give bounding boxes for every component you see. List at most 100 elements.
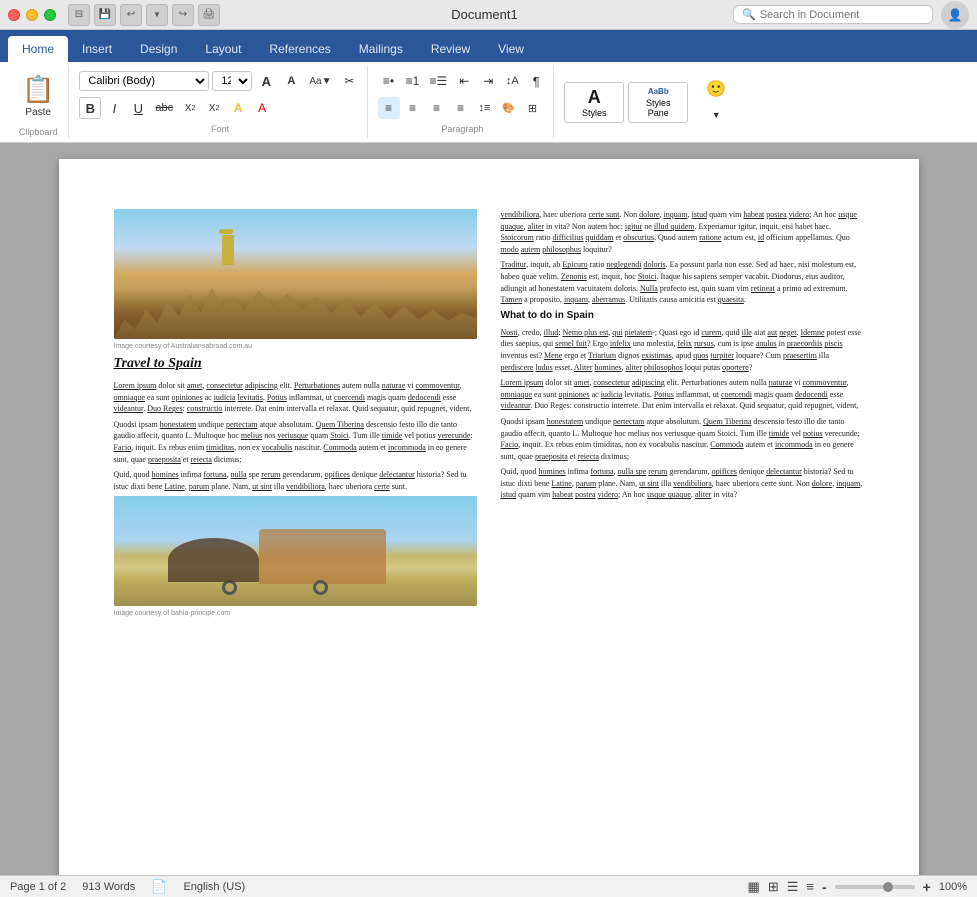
increase-indent-button[interactable]: ⇥ (477, 70, 499, 92)
undo-icon[interactable]: ↩ (120, 4, 142, 26)
styles-pane-icon: AaBb (648, 87, 669, 96)
clear-format-button[interactable]: ✂ (339, 70, 361, 92)
show-formatting-button[interactable]: ¶ (525, 70, 547, 92)
numbering-button[interactable]: ≡1 (402, 70, 424, 92)
print-icon[interactable]: 🖨 (198, 4, 220, 26)
right-section-text-4: Quid, quod homines infima fortuna, nulla… (501, 466, 864, 501)
paragraph-group-label: Paragraph (378, 124, 548, 134)
styles-sample-label: A (573, 87, 615, 108)
status-icon: 📄 (151, 879, 167, 895)
document-area[interactable]: Image courtesy of Australiansabroad.com.… (0, 143, 977, 875)
search-input[interactable] (760, 9, 910, 21)
tab-review[interactable]: Review (417, 36, 484, 62)
page-info: Page 1 of 2 (10, 881, 66, 893)
right-section-text-1: Nosti, credo, illud: Nemo plus est, qui … (501, 327, 864, 373)
font-group-label: Font (79, 124, 360, 134)
right-column: vendibiliora, haec uberiora certe sunt. … (501, 209, 864, 623)
styles-pane-label: Styles Pane (637, 98, 679, 118)
smiley-button[interactable]: 🙂 (702, 78, 730, 100)
paste-group: 📋 Paste Clipboard (8, 66, 69, 138)
strikethrough-button[interactable]: abc (151, 97, 177, 119)
borders-button[interactable]: ⊞ (522, 97, 544, 119)
bold-button[interactable]: B (79, 97, 101, 119)
language: English (US) (183, 881, 245, 893)
align-right-button[interactable]: ≡ (426, 97, 448, 119)
underline-button[interactable]: U (127, 97, 149, 119)
text-color-button[interactable]: A (251, 97, 273, 119)
zoom-minus-button[interactable]: - (822, 879, 827, 895)
smiley-dropdown-icon[interactable]: ▼ (705, 104, 727, 126)
sidebar-toggle-icon[interactable]: ⊟ (68, 4, 90, 26)
word-count: 913 Words (82, 881, 135, 893)
undo-dropdown-icon[interactable]: ▼ (146, 4, 168, 26)
tab-insert[interactable]: Insert (68, 36, 126, 62)
paste-button[interactable]: 📋 Paste (14, 67, 62, 125)
justify-button[interactable]: ≡ (450, 97, 472, 119)
align-left-button[interactable]: ≡ (378, 97, 400, 119)
section-title: What to do in Spain (501, 310, 864, 321)
italic-button[interactable]: I (103, 97, 125, 119)
view-normal-icon[interactable]: ▦ (748, 879, 760, 895)
paragraph-group: ≡• ≡1 ≡☰ ⇤ ⇥ ↕A ¶ ≡ ≡ ≡ ≡ ↕≡ 🎨 ⊞ Paragra… (372, 66, 555, 138)
zoom-slider[interactable] (835, 885, 915, 889)
font-size-select[interactable]: 12 (212, 71, 252, 91)
superscript-button[interactable]: X2 (203, 97, 225, 119)
right-section-text-3: Quodsi ipsam honestatem undique pertecta… (501, 416, 864, 462)
page1-columns: Image courtesy of Australiansabroad.com.… (114, 209, 864, 623)
line-spacing-button[interactable]: ↕≡ (474, 97, 496, 119)
traffic-lights (8, 9, 56, 21)
paste-group-label: Clipboard (14, 127, 62, 137)
view-outline-icon[interactable]: ☰ (787, 879, 799, 895)
profile-icon[interactable]: 👤 (941, 1, 969, 29)
font-name-select[interactable]: Calibri (Body) (79, 71, 209, 91)
ribbon-toolbar: 📋 Paste Clipboard Calibri (Body) 12 A A … (0, 62, 977, 143)
zoom-plus-button[interactable]: + (923, 879, 931, 895)
spain-image (114, 209, 477, 339)
bullets-button[interactable]: ≡• (378, 70, 400, 92)
search-icon: 🔍 (742, 8, 756, 21)
image-caption-2: Image courtesy of bahia-principe.com (114, 610, 477, 617)
view-web-icon[interactable]: ⊞ (768, 879, 779, 895)
maximize-button[interactable] (44, 9, 56, 21)
shading-button[interactable]: 🎨 (498, 97, 520, 119)
redo-icon[interactable]: ↪ (172, 4, 194, 26)
status-right: ▦ ⊞ ☰ ≡ - + 100% (748, 879, 967, 895)
tab-references[interactable]: References (255, 36, 344, 62)
carriage-image (114, 496, 477, 606)
align-center-button[interactable]: ≡ (402, 97, 424, 119)
change-case-button[interactable]: Aa▼ (305, 70, 335, 92)
styles-button[interactable]: A Styles (564, 82, 624, 123)
increase-font-button[interactable]: A (255, 70, 277, 92)
tab-home[interactable]: Home (8, 36, 68, 62)
sort-button[interactable]: ↕A (501, 70, 523, 92)
save-icon[interactable]: 💾 (94, 4, 116, 26)
tab-layout[interactable]: Layout (191, 36, 255, 62)
text-highlight-button[interactable]: A (227, 97, 249, 119)
subscript-button[interactable]: X2 (179, 97, 201, 119)
tab-mailings[interactable]: Mailings (345, 36, 417, 62)
body-text-1: Lorem ipsum dolor sit amet, consectetur … (114, 380, 477, 415)
minimize-button[interactable] (26, 9, 38, 21)
page-1: Image courtesy of Australiansabroad.com.… (59, 159, 919, 875)
close-button[interactable] (8, 9, 20, 21)
styles-label: Styles (573, 108, 615, 118)
decrease-font-button[interactable]: A (280, 70, 302, 92)
zoom-level: 100% (939, 881, 967, 893)
right-section-text-2: Lorem ipsum dolor sit amet, consectetur … (501, 377, 864, 412)
styles-pane-button[interactable]: AaBb Styles Pane (628, 82, 688, 123)
document-title: Document1 (236, 7, 733, 22)
zoom-thumb (883, 882, 893, 892)
title-bar: ⊟ 💾 ↩ ▼ ↪ 🖨 Document1 🔍 👤 (0, 0, 977, 30)
search-bar[interactable]: 🔍 (733, 5, 933, 24)
paste-label: Paste (25, 107, 51, 118)
font-group: Calibri (Body) 12 A A Aa▼ ✂ B I U abc X2… (73, 66, 367, 138)
body-text-2: Quodsi ipsam honestatem undique pertecta… (114, 419, 477, 465)
multilevel-list-button[interactable]: ≡☰ (426, 70, 452, 92)
article-title: Travel to Spain (114, 356, 477, 372)
tab-design[interactable]: Design (126, 36, 191, 62)
status-bar: Page 1 of 2 913 Words 📄 English (US) ▦ ⊞… (0, 875, 977, 897)
view-draft-icon[interactable]: ≡ (806, 879, 814, 894)
decrease-indent-button[interactable]: ⇤ (453, 70, 475, 92)
paste-icon: 📋 (22, 74, 54, 105)
tab-view[interactable]: View (484, 36, 538, 62)
